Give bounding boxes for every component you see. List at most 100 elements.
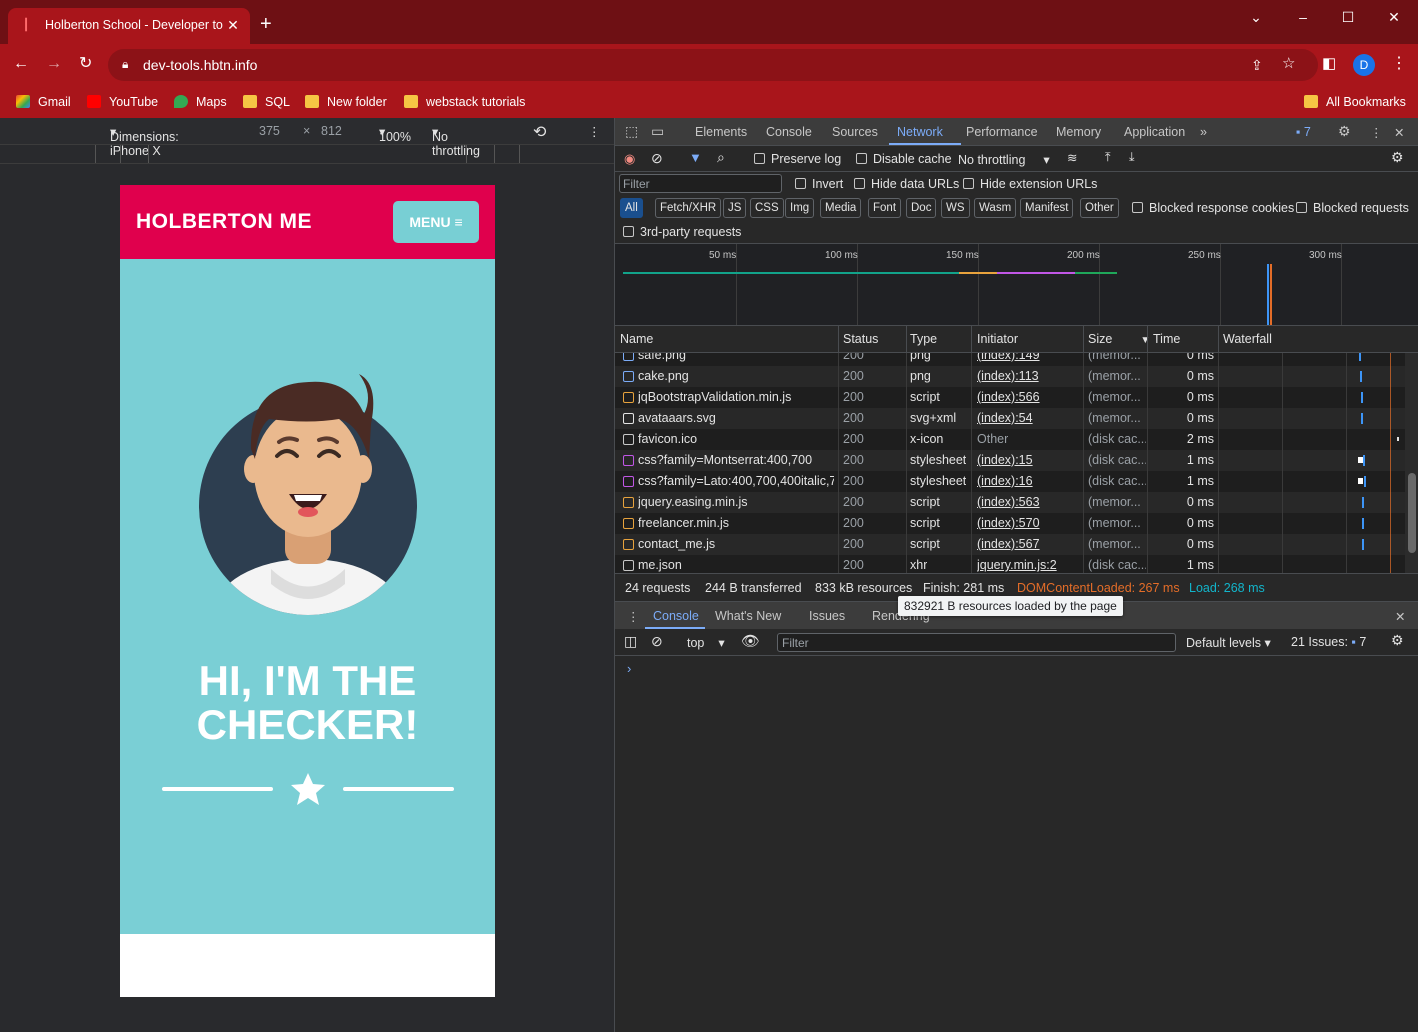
live-expression-eye-icon[interactable]: 👁︎ xyxy=(741,632,760,650)
tab-performance[interactable]: Performance xyxy=(966,125,1038,139)
lock-icon[interactable]: 🔒︎ xyxy=(122,57,128,72)
filter-chip-media[interactable]: Media xyxy=(820,198,862,218)
third-party-checkbox[interactable]: 3rd-party requests xyxy=(623,225,741,239)
new-tab-button[interactable]: + xyxy=(260,14,272,34)
more-menu-icon[interactable]: ⋮ xyxy=(1391,55,1407,73)
bookmark-youtube[interactable]: YouTube xyxy=(87,92,158,112)
filter-chip-font[interactable]: Font xyxy=(868,198,902,218)
inspect-element-icon[interactable]: ⬚ xyxy=(625,123,638,140)
request-row[interactable]: avataaars.svg 200 svg+xml (index):54 (me… xyxy=(615,408,1405,429)
bookmark-new-folder[interactable]: New folder xyxy=(305,92,387,112)
filter-chip-js[interactable]: JS xyxy=(723,198,747,218)
drawer-tab-whats-new[interactable]: What's New xyxy=(715,609,781,623)
console-prompt[interactable]: › xyxy=(627,661,631,676)
column-time[interactable]: Time xyxy=(1153,332,1180,346)
request-row[interactable]: freelancer.min.js 200 script (index):570… xyxy=(615,513,1405,534)
console-settings-icon[interactable]: ⚙ xyxy=(1391,632,1404,649)
invert-checkbox[interactable]: Invert xyxy=(795,177,843,191)
console-issues-counter[interactable]: 21 Issues: ▪ 7 xyxy=(1291,635,1366,649)
devtools-menu-icon[interactable]: ⋮ xyxy=(1370,125,1383,140)
device-height-input[interactable]: 812 xyxy=(321,124,342,138)
column-waterfall[interactable]: Waterfall xyxy=(1223,332,1272,346)
disable-cache-checkbox[interactable]: Disable cache xyxy=(856,152,952,166)
column-type[interactable]: Type xyxy=(910,332,937,346)
tab-network[interactable]: Network xyxy=(897,125,943,139)
request-row[interactable]: me.json 200 xhr jquery.min.js:2 (disk ca… xyxy=(615,555,1405,573)
device-select[interactable]: Dimensions: iPhone X ▾ xyxy=(110,124,179,158)
filter-chip-all[interactable]: All xyxy=(620,198,643,218)
record-icon[interactable]: ◉ xyxy=(624,151,635,167)
settings-gear-icon[interactable]: ⚙ xyxy=(1338,123,1351,140)
scrollbar-thumb[interactable] xyxy=(1408,473,1416,553)
filter-chip-manifest[interactable]: Manifest xyxy=(1020,198,1074,218)
request-row[interactable]: css?family=Lato:400,700,400italic,7... 2… xyxy=(615,471,1405,492)
drawer-menu-icon[interactable]: ⋮ xyxy=(627,609,640,624)
maximize-button[interactable]: ☐ xyxy=(1337,6,1359,28)
blocked-cookies-checkbox[interactable]: Blocked response cookies xyxy=(1132,201,1294,215)
clear-icon[interactable]: ⊘ xyxy=(651,150,663,167)
zoom-select[interactable]: 100% ▾ xyxy=(379,124,411,144)
network-overview-timeline[interactable]: 50 ms 100 ms 150 ms 200 ms 250 ms 300 ms xyxy=(615,244,1418,326)
tab-search-icon[interactable]: ⌄ xyxy=(1245,6,1267,28)
filter-chip-css[interactable]: CSS xyxy=(750,198,784,218)
console-clear-icon[interactable]: ⊘ xyxy=(651,633,663,650)
device-toggle-icon[interactable]: ▭ xyxy=(651,123,664,140)
column-size[interactable]: Size ▼ xyxy=(1088,332,1150,346)
network-filter-input[interactable]: Filter xyxy=(619,174,782,193)
menu-button[interactable]: MENU ≡ xyxy=(393,201,479,243)
bookmark-sql[interactable]: SQL xyxy=(243,92,290,112)
filter-chip-other[interactable]: Other xyxy=(1080,198,1119,218)
console-filter-input[interactable]: Filter xyxy=(777,633,1176,652)
side-panel-icon[interactable]: ◧ xyxy=(1322,55,1336,73)
column-initiator[interactable]: Initiator xyxy=(977,332,1018,346)
close-window-button[interactable]: ✕ xyxy=(1383,6,1405,28)
close-tab-icon[interactable]: ✕ xyxy=(224,16,242,34)
forward-icon[interactable]: → xyxy=(46,55,62,73)
import-har-icon[interactable]: ⤒ xyxy=(1105,150,1111,165)
throttle-select[interactable]: No throttling ▾ xyxy=(432,124,480,158)
console-sidebar-icon[interactable]: ◫ xyxy=(624,633,637,650)
request-row[interactable]: contact_me.js 200 script (index):567 (me… xyxy=(615,534,1405,555)
request-row[interactable]: safe.png 200 png (index):149 (memor... 0… xyxy=(615,353,1405,366)
filter-icon[interactable]: ▼ xyxy=(689,150,702,165)
drawer-tab-issues[interactable]: Issues xyxy=(809,609,845,623)
export-har-icon[interactable]: ⤓ xyxy=(1129,150,1135,165)
device-more-icon[interactable]: ⋮ xyxy=(588,124,601,139)
blocked-requests-checkbox[interactable]: Blocked requests xyxy=(1296,201,1409,215)
request-row[interactable]: favicon.ico 200 x-icon Other (disk cac..… xyxy=(615,429,1405,450)
rotate-icon[interactable]: ⟲ xyxy=(533,122,546,142)
site-brand[interactable]: HOLBERTON ME xyxy=(136,210,312,234)
request-row[interactable]: cake.png 200 png (index):113 (memor... 0… xyxy=(615,366,1405,387)
close-devtools-icon[interactable]: ✕ xyxy=(1394,125,1404,140)
request-list-scrollbar[interactable] xyxy=(1405,353,1418,573)
filter-chip-doc[interactable]: Doc xyxy=(906,198,937,218)
tab-elements[interactable]: Elements xyxy=(695,125,747,139)
request-row[interactable]: jqBootstrapValidation.min.js 200 script … xyxy=(615,387,1405,408)
hide-extension-urls-checkbox[interactable]: Hide extension URLs xyxy=(963,177,1097,191)
filter-chip-img[interactable]: Img xyxy=(785,198,815,218)
tab-memory[interactable]: Memory xyxy=(1056,125,1101,139)
log-levels-select[interactable]: Default levels ▾ xyxy=(1186,635,1271,650)
all-bookmarks[interactable]: All Bookmarks xyxy=(1304,92,1406,112)
back-icon[interactable]: ← xyxy=(13,55,29,73)
preserve-log-checkbox[interactable]: Preserve log xyxy=(754,152,841,166)
reload-icon[interactable]: ↻ xyxy=(79,55,92,73)
column-status[interactable]: Status xyxy=(843,332,878,346)
network-conditions-icon[interactable]: ≋ xyxy=(1067,150,1077,165)
bookmark-maps[interactable]: Maps xyxy=(174,92,227,112)
tab-console[interactable]: Console xyxy=(766,125,812,139)
issues-badge[interactable]: ▪ 7 xyxy=(1296,125,1311,139)
bookmark-star-icon[interactable]: ☆ xyxy=(1282,55,1295,73)
filter-chip-wasm[interactable]: Wasm xyxy=(974,198,1017,218)
more-tabs-icon[interactable]: » xyxy=(1200,125,1207,139)
tab-application[interactable]: Application xyxy=(1124,125,1185,139)
network-settings-icon[interactable]: ⚙ xyxy=(1391,149,1404,166)
browser-tab[interactable]: ꟾ Holberton School - Developer to ✕ xyxy=(8,8,250,44)
network-throttle-select[interactable]: No throttling ▾ xyxy=(958,152,1050,167)
drawer-tab-console[interactable]: Console xyxy=(653,609,699,623)
share-icon[interactable]: ⇪ xyxy=(1251,56,1263,74)
filter-chip-ws[interactable]: WS xyxy=(941,198,970,218)
device-width-input[interactable]: 375 xyxy=(259,124,280,138)
bookmark-webstack[interactable]: webstack tutorials xyxy=(404,92,525,112)
request-row[interactable]: css?family=Montserrat:400,700 200 styles… xyxy=(615,450,1405,471)
